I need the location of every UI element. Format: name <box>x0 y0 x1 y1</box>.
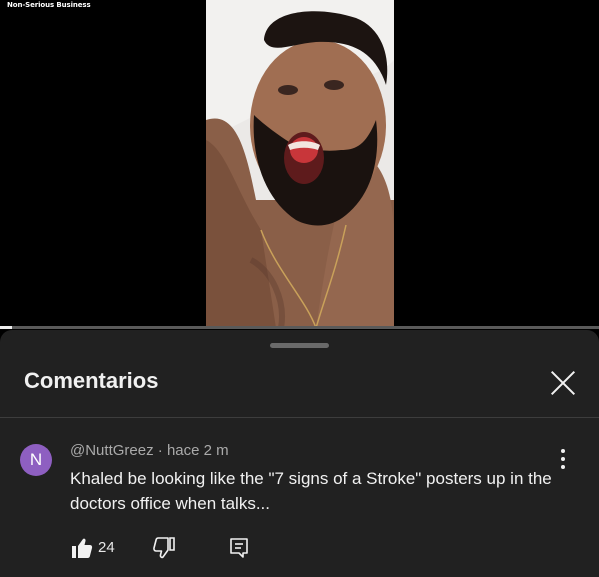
like-button[interactable] <box>70 536 94 560</box>
comments-sheet: Comentarios N @NuttGreez · hace 2 m Khal… <box>0 330 599 577</box>
close-icon[interactable] <box>547 367 579 399</box>
video-progress-fill <box>0 326 12 329</box>
dislike-button[interactable] <box>152 536 176 560</box>
video-frame-image <box>206 0 394 328</box>
thumbs-up-icon <box>72 538 93 558</box>
comment-meta: @NuttGreez · hace 2 m <box>70 442 229 459</box>
video-progress-bar[interactable] <box>0 326 599 329</box>
comments-title: Comentarios <box>24 368 159 393</box>
video-frame <box>206 0 394 328</box>
like-count: 24 <box>98 539 115 556</box>
meta-separator: · <box>157 442 167 459</box>
comment-text: Khaled be looking like the "7 signs of a… <box>70 469 552 513</box>
comment-time: hace 2 m <box>166 442 229 459</box>
comment-item: N @NuttGreez · hace 2 m Khaled be lookin… <box>0 418 599 577</box>
sheet-drag-handle[interactable] <box>270 343 329 348</box>
avatar[interactable]: N <box>20 444 52 476</box>
reply-button[interactable] <box>227 536 251 560</box>
video-player[interactable]: Non-Serious Business <box>0 0 599 329</box>
thumbs-down-icon <box>153 537 175 559</box>
reply-icon <box>230 538 248 558</box>
video-watermark: Non-Serious Business <box>7 1 91 9</box>
comment-author[interactable]: @NuttGreez <box>70 442 154 459</box>
